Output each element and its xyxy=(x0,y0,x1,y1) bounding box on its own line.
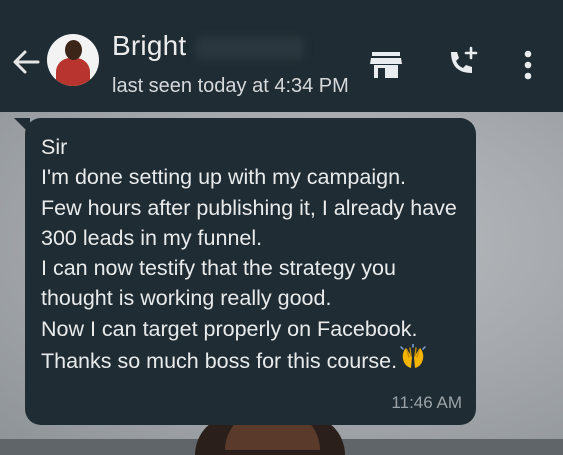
catalog-store-icon[interactable] xyxy=(368,50,404,80)
message-timestamp: 11:46 AM xyxy=(391,393,462,412)
message-line: I can now testify that the strategy you xyxy=(41,256,396,281)
incoming-message-bubble[interactable]: Sir I'm done setting up with my campaign… xyxy=(25,118,476,425)
avatar-body xyxy=(56,58,90,86)
back-arrow-icon[interactable] xyxy=(8,44,44,80)
last-seen-status: last seen today at 4:34 PM xyxy=(112,75,349,97)
message-line: 300 leads in my funnel. xyxy=(41,225,263,250)
more-vert-icon[interactable] xyxy=(518,48,538,82)
message-line-last: Thanks so much boss for this course. xyxy=(41,343,458,378)
chat-header: Bright last seen today at 4:34 PM xyxy=(0,0,563,112)
raising-hands-emoji-icon xyxy=(398,343,428,378)
contact-name[interactable]: Bright xyxy=(112,30,186,62)
message-line: Few hours after publishing it, I already… xyxy=(41,195,457,220)
message-line: I'm done setting up with my campaign. xyxy=(41,165,407,190)
avatar-head xyxy=(65,40,82,60)
avatar[interactable] xyxy=(47,34,99,86)
redacted-surname xyxy=(196,36,304,60)
message-line: thought is working really good. xyxy=(41,286,332,311)
message-line: Now I can target properly on Facebook. xyxy=(41,316,418,341)
add-call-icon[interactable] xyxy=(442,42,482,82)
message-line-text: Thanks so much boss for this course. xyxy=(41,349,398,374)
message-line: Sir xyxy=(41,135,68,159)
